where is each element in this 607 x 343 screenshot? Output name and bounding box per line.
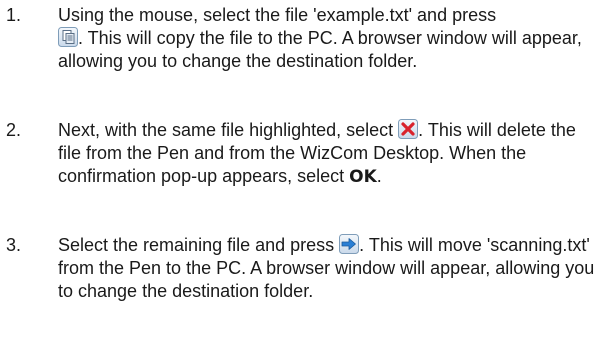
copy-to-pc-icon xyxy=(58,27,78,48)
step-number: 3. xyxy=(6,235,22,255)
step-text-part: Select the remaining file and press xyxy=(58,235,340,255)
step-text-part: Using the mouse, select the file 'exampl… xyxy=(58,5,497,25)
instruction-list: 1. Using the mouse, select the file 'exa… xyxy=(0,0,607,343)
ok-label: OK xyxy=(349,167,377,188)
step-number: 1. xyxy=(6,5,22,25)
step-text: Next, with the same file highlighted, se… xyxy=(58,119,603,190)
delete-icon xyxy=(398,119,419,139)
step-text: Using the mouse, select the file 'exampl… xyxy=(58,4,603,74)
step-number: 2. xyxy=(6,120,22,140)
move-to-pc-icon xyxy=(339,234,360,254)
step-text: Select the remaining file and press . Th… xyxy=(58,234,603,304)
step-text-part: . xyxy=(376,166,382,187)
step-text-part: Next, with the same file highlighted, se… xyxy=(58,120,399,140)
step-text-part: . This will copy the file to the PC. A b… xyxy=(58,28,582,72)
